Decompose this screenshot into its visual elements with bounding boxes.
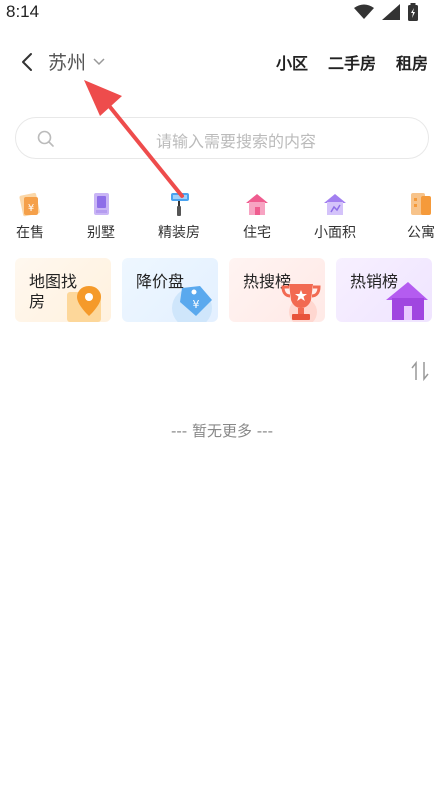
header-nav: 小区 二手房 租房 xyxy=(276,50,428,74)
category-decorated[interactable]: 精装房 xyxy=(144,190,214,242)
category-villa[interactable]: 别墅 xyxy=(66,190,136,242)
map-pin-icon xyxy=(67,286,101,322)
villa-icon xyxy=(94,193,109,215)
signal-icon xyxy=(382,4,400,20)
feature-cards: 地图找房 降价盘 ¥ 热搜榜 热销榜 xyxy=(0,258,444,322)
price-tag-icon: ¥ xyxy=(172,286,212,322)
status-icons xyxy=(354,2,418,22)
card-map-search[interactable]: 地图找房 xyxy=(15,258,111,322)
no-more-text: --- 暂无更多 --- xyxy=(170,422,273,440)
sort-icon[interactable] xyxy=(410,360,430,382)
city-selector[interactable]: 苏州 xyxy=(48,48,106,75)
nav-rent[interactable]: 租房 xyxy=(396,50,428,74)
battery-icon xyxy=(408,3,418,21)
search-icon xyxy=(37,130,54,147)
trophy-icon xyxy=(281,284,321,322)
paint-roller-icon xyxy=(171,193,189,216)
apartment-icon xyxy=(411,193,431,215)
house-icon xyxy=(246,194,268,215)
wifi-icon xyxy=(354,4,374,19)
card-price-drop[interactable]: 降价盘 ¥ xyxy=(122,258,218,322)
back-arrow-icon[interactable] xyxy=(16,50,40,74)
category-on-sale[interactable]: ¥ 在售 xyxy=(0,190,65,242)
category-residence[interactable]: 住宅 xyxy=(222,190,292,242)
status-bar: 8:14 xyxy=(0,0,444,26)
nav-community[interactable]: 小区 xyxy=(276,50,308,74)
on-sale-icon: ¥ xyxy=(19,192,40,217)
search-input[interactable]: 请输入需要搜索的内容 xyxy=(15,117,429,159)
status-time: 8:14 xyxy=(6,2,40,21)
purple-house-icon xyxy=(386,282,428,320)
top-header: 苏州 小区 二手房 租房 xyxy=(0,44,444,80)
nav-second-hand[interactable]: 二手房 xyxy=(328,50,376,74)
svg-text:¥: ¥ xyxy=(28,203,34,214)
svg-text:¥: ¥ xyxy=(193,298,200,311)
chevron-down-icon xyxy=(93,57,105,65)
card-hot-sale[interactable]: 热销榜 xyxy=(336,258,432,322)
category-small-area[interactable]: 小面积 xyxy=(300,190,370,242)
city-name: 苏州 xyxy=(48,52,87,74)
small-house-icon xyxy=(324,194,346,215)
category-row: ¥ 在售 别墅 精装房 住宅 小面积 公寓 xyxy=(0,190,444,242)
search-placeholder: 请输入需要搜索的内容 xyxy=(156,132,317,151)
category-apartment[interactable]: 公寓 xyxy=(386,190,444,242)
card-hot-search[interactable]: 热搜榜 xyxy=(229,258,325,322)
